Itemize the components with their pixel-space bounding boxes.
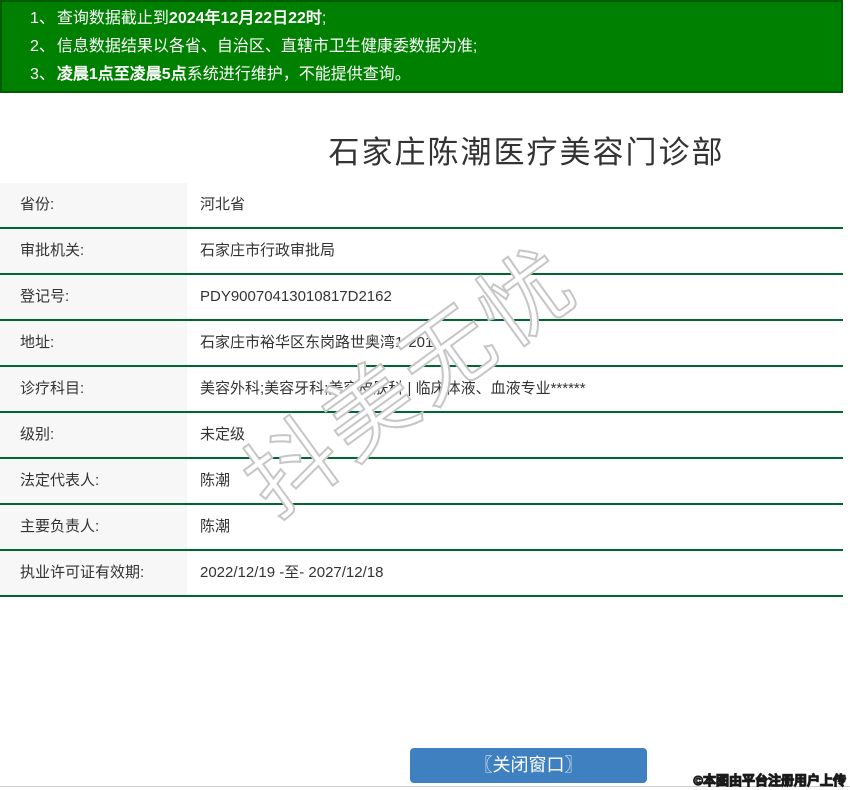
table-row: 省份:河北省 [0, 183, 843, 229]
row-label: 执业许可证有效期: [0, 551, 187, 595]
notice-text: ; [322, 10, 326, 27]
row-label: 诊疗科目: [0, 367, 187, 411]
row-value: 陈潮 [187, 505, 843, 549]
row-label: 省份: [0, 183, 187, 227]
details-table: 省份:河北省审批机关:石家庄市行政审批局登记号:PDY9007041301081… [0, 183, 843, 597]
notice-line: 2、信息数据结果以各省、自治区、直辖市卫生健康委数据为准; [2, 33, 841, 61]
page-title: 石家庄陈潮医疗美容门诊部 [105, 127, 850, 172]
table-row: 诊疗科目:美容外科;美容牙科;美容皮肤科 | 临床体液、血液专业****** [0, 367, 843, 413]
notice-banner: 1、查询数据截止到2024年12月22日22时;2、信息数据结果以各省、自治区、… [0, 0, 843, 93]
credit-watermark: ©本图由平台注册用户上传 [693, 770, 846, 789]
notice-number: 1、 [30, 10, 55, 27]
query-result-page: 1、查询数据截止到2024年12月22日22时;2、信息数据结果以各省、自治区、… [0, 0, 850, 790]
row-label: 级别: [0, 413, 187, 457]
notice-text-bold: 凌晨1点至凌晨5点 [57, 66, 187, 83]
row-value: 河北省 [187, 183, 843, 227]
row-value: 石家庄市行政审批局 [187, 229, 843, 273]
row-value: 未定级 [187, 413, 843, 457]
row-value: 陈潮 [187, 459, 843, 503]
row-label: 主要负责人: [0, 505, 187, 549]
table-row: 级别:未定级 [0, 413, 843, 459]
notice-text: 信息数据结果以各省、自治区、直辖市卫生健康委数据为准; [57, 38, 477, 55]
notice-text-bold: 2024年12月22日22时 [169, 10, 322, 27]
row-value: 2022/12/19 -至- 2027/12/18 [187, 551, 843, 595]
notice-text: 系统进行维护，不能提供查询。 [187, 66, 411, 83]
table-row: 执业许可证有效期:2022/12/19 -至- 2027/12/18 [0, 551, 843, 597]
notice-line: 3、凌晨1点至凌晨5点系统进行维护，不能提供查询。 [2, 61, 841, 89]
table-row: 登记号:PDY90070413010817D2162 [0, 275, 843, 321]
notice-text: 查询数据截止到 [57, 10, 169, 27]
row-label: 地址: [0, 321, 187, 365]
table-row: 主要负责人:陈潮 [0, 505, 843, 551]
row-label: 法定代表人: [0, 459, 187, 503]
row-label: 审批机关: [0, 229, 187, 273]
table-row: 地址:石家庄市裕华区东岗路世奥湾1-201 [0, 321, 843, 367]
notice-number: 3、 [30, 66, 55, 83]
close-window-button[interactable]: 〖关闭窗口〗 [410, 748, 647, 783]
notice-number: 2、 [30, 38, 55, 55]
table-row: 法定代表人:陈潮 [0, 459, 843, 505]
notice-line: 1、查询数据截止到2024年12月22日22时; [2, 5, 841, 33]
row-value: 美容外科;美容牙科;美容皮肤科 | 临床体液、血液专业****** [187, 367, 843, 411]
row-value: 石家庄市裕华区东岗路世奥湾1-201 [187, 321, 843, 365]
table-row: 审批机关:石家庄市行政审批局 [0, 229, 843, 275]
row-value: PDY90070413010817D2162 [187, 275, 843, 319]
row-label: 登记号: [0, 275, 187, 319]
